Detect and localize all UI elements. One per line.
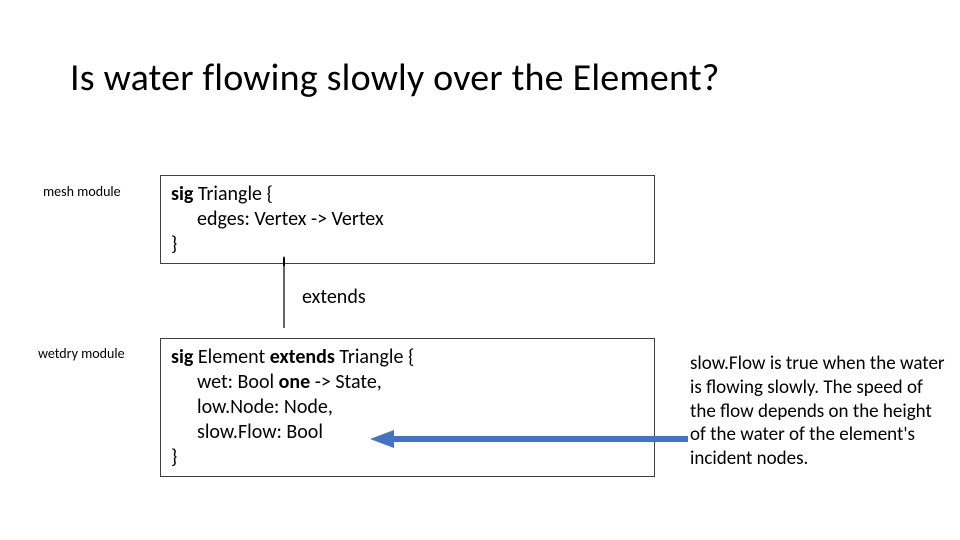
annotation-text: slow.Flow is true when the water is flow… <box>690 352 950 471</box>
code-text: } <box>171 232 177 256</box>
keyword-sig: sig <box>171 345 193 369</box>
wetdry-module-label: wetdry module <box>38 345 125 362</box>
code-text: -> State, <box>310 370 382 394</box>
code-line: sig Element extends Triangle { <box>171 345 644 370</box>
extends-arrow-icon <box>283 256 285 328</box>
code-line: edges: Vertex -> Vertex <box>171 207 644 232</box>
code-line: } <box>171 232 644 257</box>
code-text: Triangle { <box>193 182 272 206</box>
code-text: slow.Flow: Bool <box>171 420 323 444</box>
keyword-extends: extends <box>270 345 335 369</box>
extends-label: extends <box>302 285 366 309</box>
keyword-one: one <box>279 370 311 394</box>
code-line: sig Triangle { <box>171 182 644 207</box>
code-line: low.Node: Node, <box>171 395 644 420</box>
mesh-module-label: mesh module <box>43 183 121 200</box>
slide-title: Is water flowing slowly over the Element… <box>70 55 720 101</box>
code-line: wet: Bool one -> State, <box>171 370 644 395</box>
wetdry-code-box: sig Element extends Triangle { wet: Bool… <box>160 338 655 477</box>
code-text: wet: Bool <box>171 370 279 394</box>
code-text: Triangle { <box>335 345 414 369</box>
annotation-arrow-icon <box>370 430 688 448</box>
code-text: } <box>171 445 177 469</box>
code-text: edges: Vertex -> Vertex <box>171 207 384 231</box>
keyword-sig: sig <box>171 182 193 206</box>
code-line: } <box>171 445 644 470</box>
mesh-code-box: sig Triangle { edges: Vertex -> Vertex } <box>160 175 655 264</box>
code-text: low.Node: Node, <box>171 395 333 419</box>
code-text: Element <box>193 345 269 369</box>
